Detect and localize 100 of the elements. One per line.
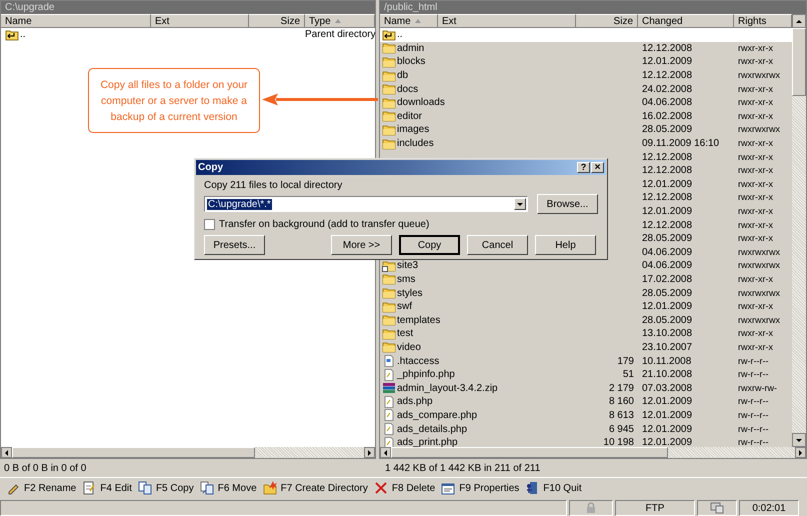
- file-name: _phpinfo.php: [397, 368, 455, 382]
- toolbar-button[interactable]: F5 Copy: [138, 480, 194, 496]
- dialog-button[interactable]: Help: [535, 235, 596, 255]
- sort-arrow-icon: [334, 19, 341, 23]
- properties-icon: [441, 481, 456, 495]
- scroll-left-button[interactable]: [380, 447, 391, 458]
- file-permissions: rwxrwxrwx: [738, 288, 780, 298]
- file-date: 24.02.2008: [642, 84, 692, 95]
- scroll-left-button[interactable]: [1, 447, 12, 458]
- file-row[interactable]: _phpinfo.php 51 21.10.2008 rw-r--r--: [380, 368, 792, 382]
- folder-icon: [382, 110, 396, 122]
- file-row[interactable]: ads_details.php 6 945 12.01.2009 rw-r--r--: [380, 422, 792, 436]
- file-row[interactable]: ads_compare.php 8 613 12.01.2009 rw-r--r--: [380, 408, 792, 422]
- browse-button[interactable]: Browse...: [537, 194, 598, 214]
- dialog-button[interactable]: Copy: [399, 235, 460, 255]
- file-row[interactable]: swf 12.01.2009 rwxr-xr-x: [380, 300, 792, 314]
- file-name: ..: [397, 28, 403, 42]
- column-header[interactable]: Type: [305, 14, 375, 28]
- file-row[interactable]: downloads 04.06.2008 rwxr-xr-x: [380, 96, 792, 110]
- file-row[interactable]: db 12.12.2008 rwxrwxrwx: [380, 68, 792, 82]
- scrollbar-thumb[interactable]: [12, 447, 256, 458]
- scrollbar-thumb[interactable]: [391, 447, 668, 458]
- file-permissions: rw-r--r--: [738, 437, 768, 447]
- file-date: 21.10.2008: [642, 369, 692, 380]
- dropdown-icon: [517, 202, 523, 206]
- file-row[interactable]: templates 28.05.2009 rwxrwxrwx: [380, 313, 792, 328]
- file-row[interactable]: ads_print.php 10 198 12.01.2009 rw-r--r--: [380, 436, 792, 447]
- scrollbar-thumb[interactable]: [792, 28, 806, 96]
- callout-box: Copy all files to a folder on your computer or a server to make a backup of a current version: [88, 68, 260, 133]
- file-row[interactable]: admin_layout-3.4.2.zip 2 179 07.03.2008 rwxrw-rw-: [380, 381, 792, 396]
- file-row[interactable]: video 23.10.2007 rwxr-xr-x: [380, 340, 792, 354]
- new-folder-icon: [262, 481, 277, 495]
- file-row[interactable]: docs 24.02.2008 rwxr-xr-x: [380, 82, 792, 96]
- file-name: site3: [397, 259, 418, 272]
- file-date: 17.02.2008: [642, 274, 692, 285]
- file-date: 28.05.2009: [642, 124, 692, 136]
- file-permissions: rwxr-xr-x: [738, 165, 773, 176]
- file-permissions: rwxr-xr-x: [738, 192, 773, 202]
- vertical-scrollbar[interactable]: [792, 14, 806, 447]
- exit-icon: [525, 481, 540, 495]
- file-permissions: rwxr-xr-x: [738, 42, 773, 53]
- file-size: 8 160: [608, 396, 634, 408]
- file-row[interactable]: site3 04.06.2009 rwxrwxrwx: [380, 259, 792, 273]
- help-button[interactable]: ?: [577, 162, 590, 173]
- dialog-button[interactable]: Cancel: [467, 235, 528, 255]
- file-name: templates: [397, 314, 440, 327]
- file-row[interactable]: includes 09.11.2009 16:10 rwxr-xr-x: [380, 136, 792, 150]
- file-name: video: [397, 340, 421, 354]
- file-date: 12.12.2008: [642, 152, 692, 163]
- column-header[interactable]: Ext: [151, 14, 249, 28]
- elapsed-time: 0:02:01: [752, 502, 786, 516]
- file-row[interactable]: ads.php 8 160 12.01.2009 rw-r--r--: [380, 395, 792, 409]
- toolbar-button[interactable]: F10 Quit: [525, 480, 582, 496]
- file-date: 12.01.2009: [642, 437, 692, 447]
- toolbar-button[interactable]: F2 Rename: [6, 480, 76, 496]
- copy-icon: [138, 481, 152, 495]
- column-header[interactable]: Ext: [438, 14, 576, 28]
- file-date: 12.01.2009: [642, 206, 692, 218]
- file-permissions: rwxrwxrwx: [738, 246, 780, 257]
- dialog-title: Copy: [198, 161, 223, 175]
- file-permissions: rwxr-xr-x: [738, 301, 773, 312]
- column-header[interactable]: Name: [1, 14, 151, 28]
- column-header[interactable]: Changed: [638, 14, 734, 28]
- toolbar-button[interactable]: F4 Edit: [82, 480, 132, 496]
- file-permissions: rw-r--r--: [738, 369, 768, 380]
- file-date: 10.11.2008: [642, 356, 692, 367]
- folder-icon: [382, 56, 396, 68]
- file-permissions: rwxr-xr-x: [738, 206, 773, 216]
- dialog-button[interactable]: More >>: [331, 235, 392, 255]
- scroll-right-button[interactable]: [364, 447, 375, 458]
- folder-icon: [382, 83, 396, 96]
- file-row[interactable]: .htaccess 179 10.11.2008 rw-r--r--: [380, 354, 792, 368]
- file-row[interactable]: sms 17.02.2008 rwxr-xr-x: [380, 272, 792, 286]
- toolbar-button[interactable]: F8 Delete: [374, 480, 436, 496]
- file-row[interactable]: styles 28.05.2009 rwxrwxrwx: [380, 286, 792, 300]
- file-row[interactable]: blocks 12.01.2009 rwxr-xr-x: [380, 55, 792, 69]
- scroll-right-button[interactable]: [795, 447, 806, 458]
- directory-combobox[interactable]: C:\upgrade\*.*: [204, 196, 528, 212]
- file-date: 04.06.2009: [642, 260, 692, 272]
- file-permissions: rw-r--r--: [738, 356, 768, 366]
- toolbar-button[interactable]: F6 Move: [200, 480, 257, 496]
- file-row[interactable]: admin 12.12.2008 rwxr-xr-x: [380, 42, 792, 56]
- dialog-button[interactable]: Presets...: [204, 235, 265, 255]
- toolbar-button[interactable]: F7 Create Directory: [262, 480, 368, 496]
- file-permissions: rwxr-xr-x: [738, 152, 773, 162]
- file-row[interactable]: images 28.05.2009 rwxrwxrwx: [380, 123, 792, 137]
- checkbox[interactable]: [204, 219, 215, 230]
- file-name: includes: [397, 137, 434, 150]
- toolbar-button[interactable]: F9 Properties: [441, 480, 520, 496]
- file-date: 12.12.2008: [642, 220, 692, 231]
- close-button[interactable]: ×: [591, 162, 604, 173]
- file-permissions: rw-r--r--: [738, 410, 768, 420]
- folder-icon: [382, 96, 396, 109]
- file-permissions: rwxr-xr-x: [738, 84, 773, 94]
- file-row[interactable]: editor 16.02.2008 rwxr-xr-x: [380, 110, 792, 124]
- file-row[interactable]: test 13.10.2008 rwxr-xr-x: [380, 327, 792, 341]
- file-permissions: rwxr-xr-x: [738, 328, 773, 338]
- file-permissions: rwxrwxrwx: [738, 260, 780, 270]
- column-header[interactable]: Size: [249, 14, 305, 28]
- file-row[interactable]: ..: [380, 28, 792, 42]
